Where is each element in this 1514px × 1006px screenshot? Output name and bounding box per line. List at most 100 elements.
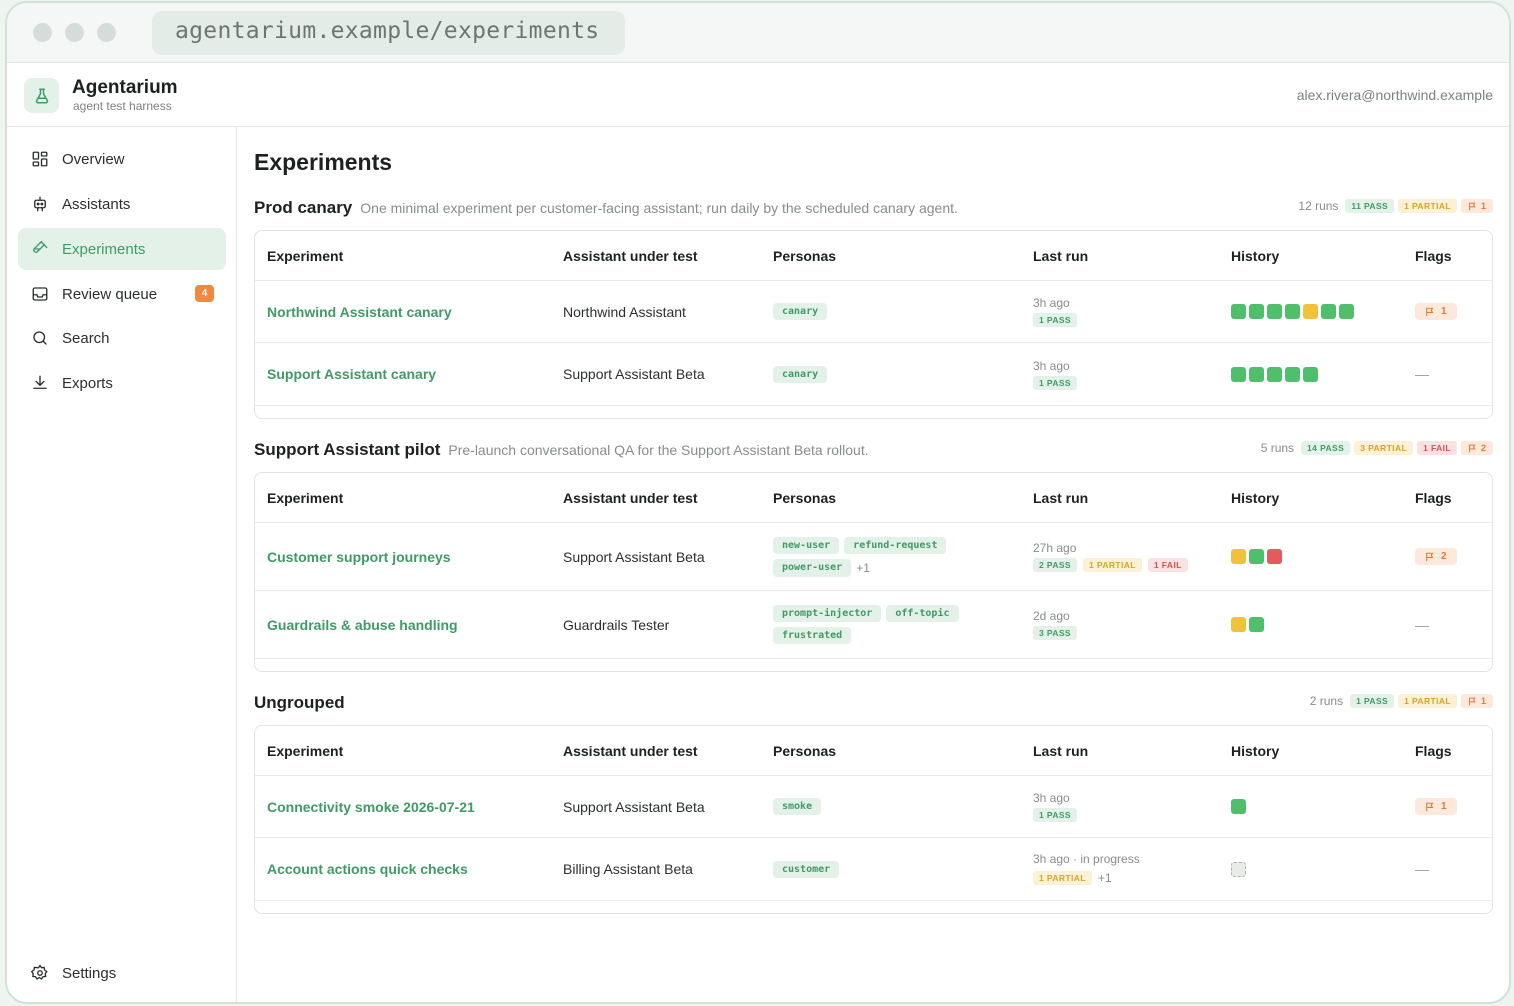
sidebar-item-overview[interactable]: Overview <box>18 138 226 180</box>
pass-run-square[interactable] <box>1339 304 1354 319</box>
pass-count-tag: 1 PASS <box>1033 375 1078 390</box>
table-row[interactable]: Guardrails & abuse handling Guardrails T… <box>255 591 1492 659</box>
sidebar-item-review-queue[interactable]: Review queue 4 <box>18 273 226 315</box>
window-minimize-dot[interactable] <box>65 23 84 42</box>
group-title: Ungrouped <box>254 693 345 712</box>
column-header[interactable]: Personas <box>773 726 836 775</box>
experiment-link[interactable]: Connectivity smoke 2026-07-21 <box>267 799 475 815</box>
pass-run-square[interactable] <box>1231 799 1246 814</box>
sidebar-item-search[interactable]: Search <box>18 317 226 359</box>
sidebar-item-label: Experiments <box>62 240 146 258</box>
table-row[interactable]: Account actions quick checks Billing Ass… <box>255 838 1492 901</box>
experiment-link[interactable]: Customer support journeys <box>267 549 451 565</box>
persona-chip[interactable]: canary <box>773 303 828 320</box>
experiment-link[interactable]: Support Assistant canary <box>267 366 436 382</box>
sidebar-item-assistants[interactable]: Assistants <box>18 183 226 225</box>
flag-icon <box>1468 697 1476 705</box>
assistant-name: Northwind Assistant <box>563 303 686 320</box>
app-header: Agentarium agent test harness alex.river… <box>7 63 1509 127</box>
browser-window: agentarium.example/experiments Agentariu… <box>5 1 1511 1004</box>
last-run-time: 3h ago <box>1033 296 1070 310</box>
no-flags-dash: — <box>1415 861 1429 877</box>
table-row[interactable]: Connectivity smoke 2026-07-21 Support As… <box>255 776 1492 838</box>
column-header[interactable]: Assistant under test <box>563 231 698 280</box>
table-row[interactable]: Support Assistant canary Support Assista… <box>255 343 1492 406</box>
partial-run-square[interactable] <box>1231 617 1246 632</box>
column-header[interactable]: Experiment <box>267 231 343 280</box>
flag-icon <box>1468 444 1476 452</box>
window-maximize-dot[interactable] <box>97 23 116 42</box>
user-email[interactable]: alex.rivera@northwind.example <box>1297 87 1493 103</box>
flag-count-tag[interactable]: 1 <box>1415 798 1457 815</box>
persona-chip[interactable]: off-topic <box>886 605 959 622</box>
pass-run-square[interactable] <box>1321 304 1336 319</box>
flag-count-tag[interactable]: 1 <box>1415 303 1457 320</box>
main-content: Experiments Prod canary One minimal exper… <box>238 127 1509 1002</box>
column-header[interactable]: Flags <box>1415 473 1452 522</box>
more-personas-count[interactable]: +1 <box>856 559 870 577</box>
more-results-count[interactable]: +1 <box>1098 869 1112 887</box>
pass-run-square[interactable] <box>1285 304 1300 319</box>
partial-count-tag: 1 PARTIAL <box>1083 558 1142 572</box>
column-header[interactable]: Last run <box>1033 473 1088 522</box>
pass-run-square[interactable] <box>1249 366 1264 382</box>
column-header[interactable]: Last run <box>1033 231 1088 280</box>
pass-run-square[interactable] <box>1303 366 1318 382</box>
column-header[interactable]: Experiment <box>267 726 343 775</box>
table-row[interactable]: Northwind Assistant canary Northwind Ass… <box>255 281 1492 343</box>
column-header[interactable]: History <box>1231 726 1279 775</box>
column-header[interactable]: Assistant under test <box>563 726 698 775</box>
sidebar-item-exports[interactable]: Exports <box>18 362 226 404</box>
persona-chip[interactable]: frustrated <box>773 627 852 644</box>
run-history <box>1231 861 1246 877</box>
partial-run-square[interactable] <box>1231 549 1246 564</box>
persona-chip[interactable]: refund-request <box>844 536 947 554</box>
sidebar-item-experiments[interactable]: Experiments <box>18 228 226 270</box>
persona-chip[interactable]: new-user <box>773 536 840 554</box>
address-bar[interactable]: agentarium.example/experiments <box>152 11 625 55</box>
partial-run-square[interactable] <box>1303 304 1318 319</box>
table-header-row: Experiment Assistant under test Personas… <box>255 231 1492 281</box>
column-header[interactable]: Experiment <box>267 473 343 522</box>
fail-run-square[interactable] <box>1267 549 1282 564</box>
experiment-link[interactable]: Account actions quick checks <box>267 861 468 877</box>
pass-run-square[interactable] <box>1249 617 1264 632</box>
column-header[interactable]: Personas <box>773 473 836 522</box>
pass-run-square[interactable] <box>1267 366 1282 382</box>
persona-chip[interactable]: canary <box>773 365 828 383</box>
column-header[interactable]: Flags <box>1415 231 1452 280</box>
pass-run-square[interactable] <box>1249 304 1264 319</box>
experiment-group: Ungrouped 2 runs 1 PASS 1 PARTIAL 1 Expe… <box>254 691 1493 916</box>
sidebar: Overview Assistants Experiments Review q… <box>7 127 237 1002</box>
window-close-dot[interactable] <box>33 23 52 42</box>
pass-run-square[interactable] <box>1249 549 1264 564</box>
run-history <box>1231 549 1282 564</box>
partial-count-tag: 1 PARTIAL <box>1033 870 1092 885</box>
column-header[interactable]: History <box>1231 473 1279 522</box>
gear-icon <box>31 964 48 980</box>
experiment-link[interactable]: Guardrails & abuse handling <box>267 617 458 633</box>
experiment-link[interactable]: Northwind Assistant canary <box>267 304 452 320</box>
pass-count-tag: 1 PASS <box>1033 808 1078 822</box>
persona-chip[interactable]: prompt-injector <box>773 605 882 622</box>
persona-chip[interactable]: customer <box>773 860 840 878</box>
fail-count-tag: 1 FAIL <box>1417 441 1457 455</box>
pass-run-square[interactable] <box>1231 304 1246 319</box>
column-header[interactable]: Flags <box>1415 726 1452 775</box>
column-header[interactable]: History <box>1231 231 1279 280</box>
sidebar-item-settings[interactable]: Settings <box>18 952 226 994</box>
group-run-count: 12 runs <box>1298 199 1339 213</box>
flag-count-tag[interactable]: 2 <box>1415 548 1457 565</box>
persona-chip[interactable]: smoke <box>773 798 822 815</box>
pass-run-square[interactable] <box>1267 304 1282 319</box>
flask-logo-icon[interactable] <box>24 78 59 113</box>
pass-run-square[interactable] <box>1285 366 1300 382</box>
sidebar-item-label: Assistants <box>62 195 131 213</box>
column-header[interactable]: Assistant under test <box>563 473 698 522</box>
column-header[interactable]: Last run <box>1033 726 1088 775</box>
table-row[interactable]: Customer support journeys Support Assist… <box>255 523 1492 591</box>
pass-run-square[interactable] <box>1231 366 1246 382</box>
column-header[interactable]: Personas <box>773 231 836 280</box>
persona-chip[interactable]: power-user <box>773 558 852 577</box>
in-progress-run-square[interactable] <box>1231 861 1246 877</box>
